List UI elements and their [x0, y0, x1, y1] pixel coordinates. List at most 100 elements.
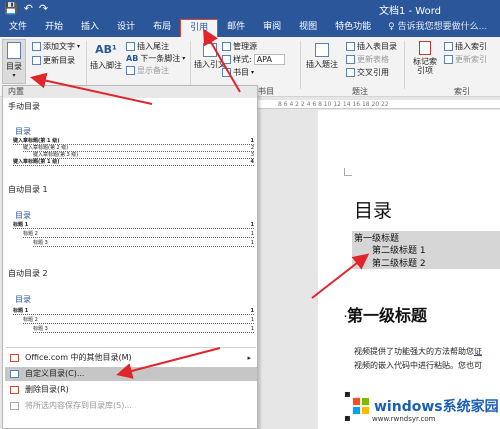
- cross-reference-icon: [346, 68, 355, 77]
- margin-mark: [344, 168, 352, 176]
- doc-paragraph-line: 视频的嵌入代码中进行粘贴。您也可: [354, 361, 482, 370]
- tab-layout[interactable]: 布局: [144, 19, 180, 37]
- custom-toc-menu-item[interactable]: 自定义目录(C)...: [5, 367, 257, 381]
- preview-line: 标题 3 1: [33, 240, 254, 247]
- insert-caption-button[interactable]: 插入题注: [306, 43, 338, 70]
- insert-table-of-figures-button[interactable]: 插入表目录: [346, 41, 397, 52]
- preview-line-text: 键入章标题(第 3 级): [33, 152, 79, 158]
- update-index-icon: [444, 55, 453, 64]
- preview-page-number: 1: [250, 240, 254, 246]
- mark-entry-icon: [419, 41, 431, 55]
- save-selection-to-gallery-menu-item[interactable]: 将所选内容保存到目录库(S)...: [5, 399, 257, 413]
- preview-line: 键入章标题(第 1 级) 4: [13, 159, 254, 166]
- manage-sources-icon: [222, 42, 231, 51]
- tell-me-search[interactable]: ♀ 告诉我您想要做什么...: [380, 19, 487, 37]
- manage-sources-button[interactable]: 管理源: [222, 41, 257, 52]
- auto-toc-2-option[interactable]: 目录 标题 1 1 标题 2 1 标题 3 1: [6, 282, 256, 336]
- insert-index-icon: [444, 42, 453, 51]
- menu-item-label: 自定义目录(C)...: [25, 369, 85, 378]
- preview-line-text: 键入章标题(第 1 级): [13, 159, 60, 165]
- doc-toc-entry: 第二级标题 1: [352, 243, 500, 256]
- bullet-icon: ▪: [344, 413, 351, 424]
- tab-references[interactable]: 引用: [180, 19, 219, 37]
- auto-toc-2-title: 自动目录 2: [8, 269, 48, 278]
- update-table-button[interactable]: 更新表格: [346, 54, 389, 65]
- next-footnote-icon: AB: [126, 54, 139, 63]
- tab-insert[interactable]: 插入: [72, 19, 108, 37]
- preview-line-text: 标题 3: [33, 240, 48, 246]
- endnote-icon: [126, 42, 135, 51]
- menu-divider: [6, 347, 256, 348]
- cross-reference-label: 交叉引用: [357, 68, 389, 77]
- menu-item-label: 将所选内容保存到目录库(S)...: [25, 401, 132, 410]
- remove-toc-menu-item[interactable]: 删除目录(R): [5, 383, 257, 397]
- tab-review[interactable]: 审阅: [254, 19, 290, 37]
- mark-entry-button[interactable]: 标记索引项: [410, 41, 440, 75]
- show-notes-icon: [126, 66, 135, 75]
- title-bar: 💾 ↶ ↷ 文档1 - Word: [0, 0, 500, 17]
- tab-special[interactable]: 特色功能: [326, 19, 380, 37]
- insert-endnote-button[interactable]: 插入尾注: [126, 41, 169, 52]
- manual-toc-option[interactable]: 目录 键入章标题(第 1 级) 1 键入章标题(第 2 级) 2 键入章标题(第 3…: [6, 114, 256, 168]
- insert-endnote-label: 插入尾注: [137, 42, 169, 51]
- manage-sources-label: 管理源: [233, 42, 257, 51]
- preview-page-number: 1: [250, 308, 254, 314]
- more-toc-office-menu-item[interactable]: Office.com 中的其他目录(M) ▸: [5, 351, 257, 365]
- group-captions: 题注: [352, 87, 368, 96]
- watermark: windows系统家园: [352, 396, 499, 416]
- tab-view[interactable]: 视图: [290, 19, 326, 37]
- add-text-label: 添加文字: [43, 42, 75, 51]
- tab-mailings[interactable]: 邮件: [218, 19, 254, 37]
- insert-footnote-button[interactable]: AB¹ 插入脚注: [90, 43, 122, 71]
- auto-toc-1-title: 自动目录 1: [8, 185, 48, 194]
- insert-index-button[interactable]: 插入索引: [444, 41, 487, 52]
- doc-toc-entry: 第二级标题 2: [352, 256, 500, 269]
- style-selector[interactable]: 样式: APA: [222, 54, 285, 65]
- watermark-url: www.rwndsyr.com: [372, 415, 436, 423]
- doc-paragraph-link: 证: [474, 347, 482, 356]
- tab-file[interactable]: 文件: [0, 19, 36, 37]
- style-value[interactable]: APA: [253, 54, 285, 65]
- toc-button[interactable]: 目录 ▾: [2, 39, 26, 84]
- doc-toc-heading: 目录: [354, 200, 393, 222]
- divider: [404, 41, 405, 89]
- update-toc-button[interactable]: 更新目录: [32, 55, 75, 66]
- insert-caption-label: 插入题注: [306, 60, 338, 69]
- add-text-button[interactable]: 添加文字 ▾: [32, 41, 80, 52]
- bibliography-label: 书目: [233, 68, 249, 77]
- tab-home[interactable]: 开始: [36, 19, 72, 37]
- update-index-label: 更新索引: [455, 55, 487, 64]
- preview-line-text: 标题 1: [13, 308, 29, 314]
- save-to-gallery-icon: [10, 402, 19, 410]
- bibliography-button[interactable]: 书目 ▾: [222, 67, 254, 78]
- preview-line: 键入章标题(第 1 级) 1: [13, 138, 254, 145]
- auto-toc-1-option[interactable]: 目录 标题 1 1 标题 2 1 标题 3 1: [6, 198, 256, 250]
- caption-icon: [315, 43, 329, 57]
- update-index-button[interactable]: 更新索引: [444, 54, 487, 65]
- show-notes-button[interactable]: 显示备注: [126, 65, 169, 76]
- preview-heading: 目录: [15, 295, 31, 304]
- bullet-icon: ▪: [344, 389, 351, 400]
- preview-line-text: 标题 1: [13, 222, 29, 228]
- preview-line-text: 键入章标题(第 1 级): [13, 138, 60, 144]
- show-notes-label: 显示备注: [137, 66, 169, 75]
- group-citations: 书目: [258, 87, 274, 96]
- next-footnote-button[interactable]: AB 下一条脚注 ▾: [126, 53, 185, 64]
- chevron-down-icon: ▾: [12, 72, 16, 79]
- office-icon: [10, 354, 19, 362]
- cross-reference-button[interactable]: 交叉引用: [346, 67, 389, 78]
- preview-page-number: 1: [250, 222, 254, 228]
- toc-icon: [7, 42, 21, 59]
- ruler: 8 6 4 2 2 4 6 8 10 12 14 16 18 20 22: [256, 100, 500, 109]
- gallery-section-header: 内置: [3, 86, 257, 98]
- tab-design[interactable]: 设计: [108, 19, 144, 37]
- preview-line: 标题 2 1: [23, 317, 254, 324]
- style-label: 样式:: [233, 55, 252, 64]
- insert-footnote-label: 插入脚注: [90, 61, 122, 70]
- document-page[interactable]: 目录 第一级标题 第二级标题 1 第二级标题 2 ·第一级标题 视频提供了功能强…: [318, 110, 500, 429]
- style-icon: [222, 55, 231, 64]
- divider: [86, 41, 87, 89]
- preview-line: 键入章标题(第 3 级) 3: [33, 152, 254, 159]
- preview-heading: 目录: [15, 127, 31, 136]
- add-text-icon: [32, 42, 41, 51]
